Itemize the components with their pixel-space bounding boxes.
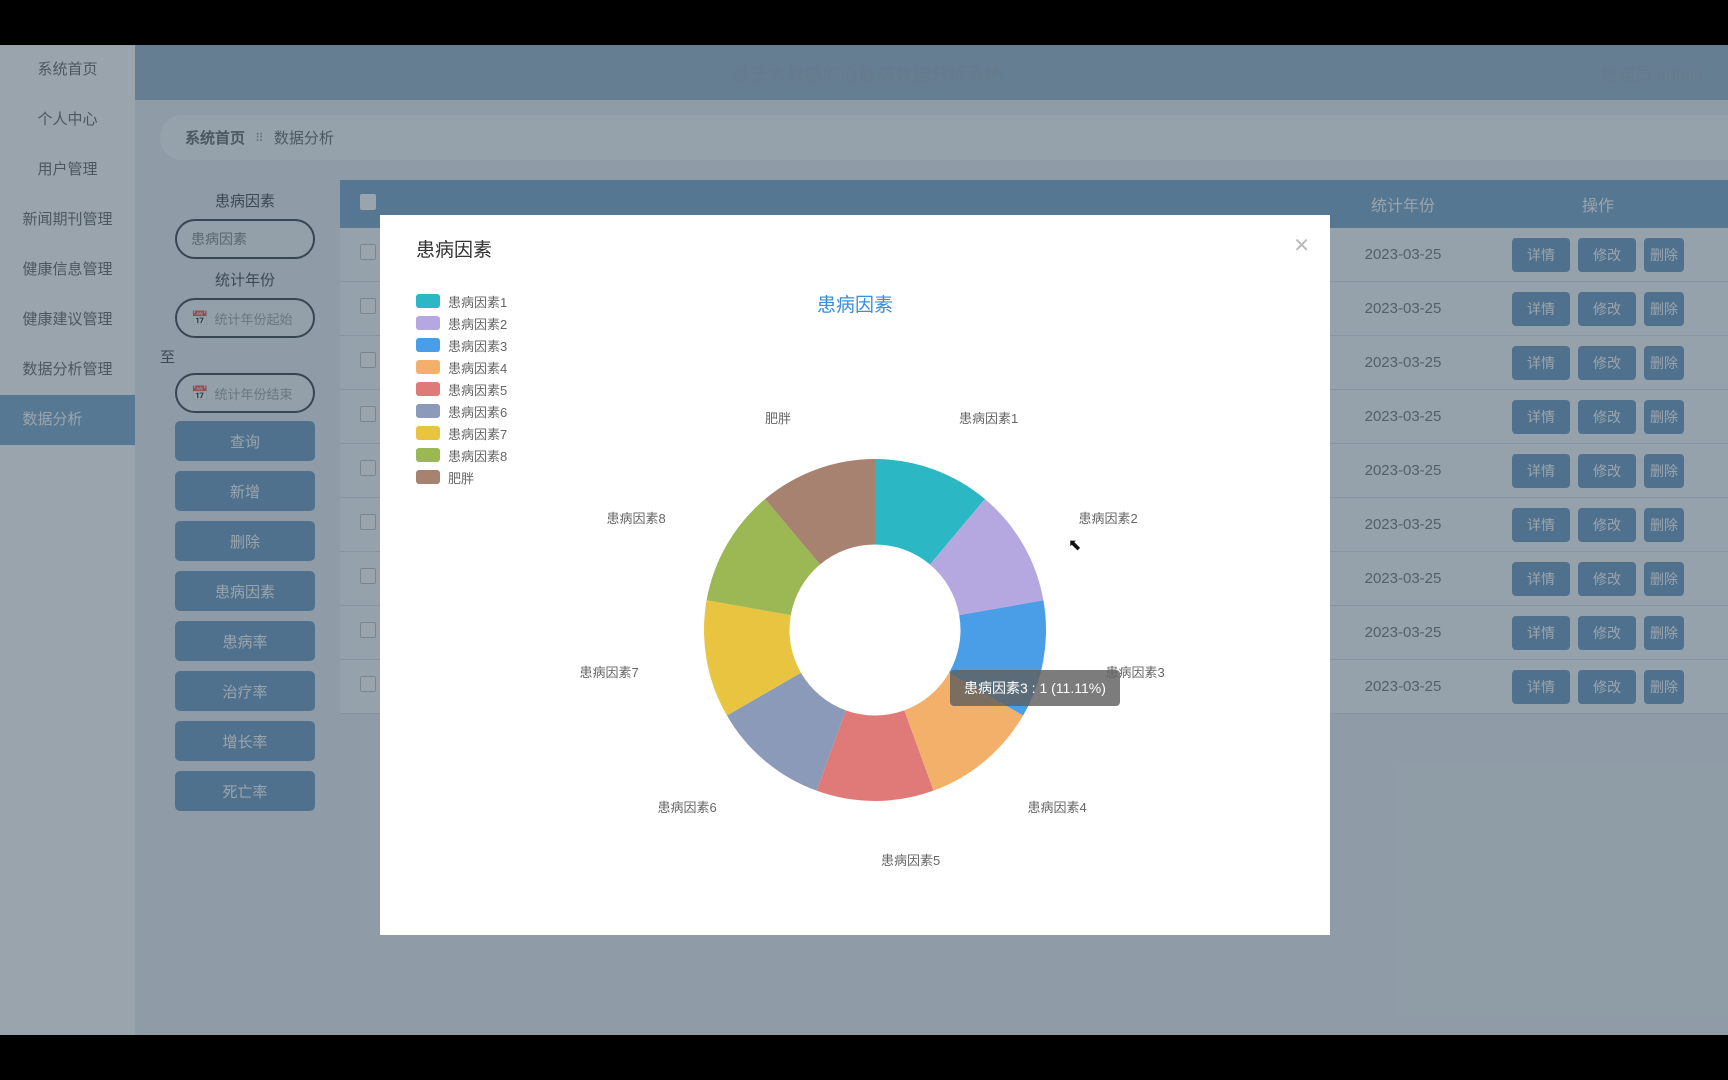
legend-item[interactable]: 患病因素6 (416, 400, 507, 422)
modal: 患病因素 ✕ 患病因素1 患病因素2 患病因素3 患病因素4 患病因素5 患病因素6 患病因… (380, 215, 1330, 935)
slice-label: 患病因素7 (579, 662, 638, 681)
slice-label: 患病因素4 (1028, 797, 1087, 816)
slice-label: 患病因素2 (1078, 508, 1137, 527)
legend-swatch (416, 448, 440, 462)
chart-legend: 患病因素1患病因素2患病因素3患病因素4患病因素5患病因素6患病因素7患病因素8… (416, 290, 507, 488)
slice-label: 患病因素3 (1106, 662, 1165, 681)
legend-swatch (416, 426, 440, 440)
close-icon[interactable]: ✕ (1293, 233, 1310, 258)
app-frame: 系统首页 个人中心 用户管理 新闻期刊管理 健康信息管理 健康建议管理 数据分析… (0, 45, 1728, 1035)
legend-label: 患病因素7 (448, 424, 507, 443)
legend-item[interactable]: 患病因素4 (416, 356, 507, 378)
slice-label: 肥胖 (765, 408, 791, 427)
legend-swatch (416, 382, 440, 396)
legend-item[interactable]: 患病因素5 (416, 378, 507, 400)
legend-label: 患病因素4 (448, 358, 507, 377)
legend-swatch (416, 470, 440, 484)
chart-tooltip: 患病因素3 : 1 (11.11%) (950, 670, 1120, 706)
legend-swatch (416, 316, 440, 330)
legend-item[interactable]: 患病因素3 (416, 334, 507, 356)
slice-label: 患病因素1 (959, 408, 1018, 427)
legend-swatch (416, 360, 440, 374)
legend-label: 肥胖 (448, 468, 474, 487)
slice-label: 患病因素8 (607, 508, 666, 527)
legend-item[interactable]: 肥胖 (416, 466, 507, 488)
legend-label: 患病因素3 (448, 336, 507, 355)
legend-swatch (416, 338, 440, 352)
legend-item[interactable]: 患病因素7 (416, 422, 507, 444)
slice-label: 患病因素5 (881, 850, 940, 869)
legend-swatch (416, 404, 440, 418)
legend-label: 患病因素6 (448, 402, 507, 421)
chart-title: 患病因素 (380, 290, 1330, 317)
legend-item[interactable]: 患病因素8 (416, 444, 507, 466)
legend-label: 患病因素5 (448, 380, 507, 399)
modal-title: 患病因素 (416, 235, 492, 262)
legend-label: 患病因素8 (448, 446, 507, 465)
slice-label: 患病因素6 (657, 797, 716, 816)
donut-chart (685, 440, 1065, 820)
cursor-icon: ⬉ (1068, 535, 1081, 555)
